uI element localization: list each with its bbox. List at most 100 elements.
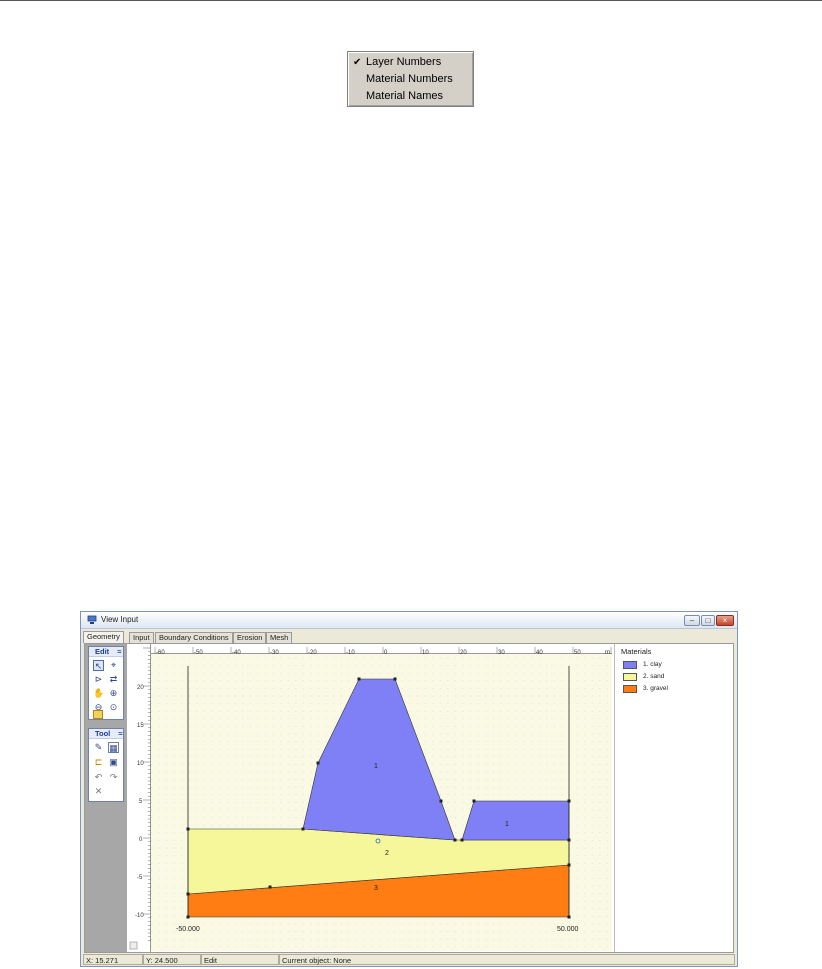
ruler-icon[interactable]: ⊏	[93, 757, 104, 768]
toolbox-panel: Edit ≈ ↖ ⌖ ⊳ ⇄ ✋ ⊕ ⊖ ⊙ Tool ≈ ✎ ▦ ⊏ ▣ ↶ …	[85, 644, 127, 952]
geometry-point[interactable]	[460, 838, 464, 842]
vertical-ruler-svg: 20 15 10 5 0 -5 -10	[129, 647, 151, 950]
menu-item-label: Layer Numbers	[366, 56, 442, 68]
page-top-rule	[0, 0, 822, 1]
tool-toolbox-title: Tool	[95, 729, 111, 738]
y-tick-label: -10	[135, 913, 144, 919]
collapse-icon: ≈	[117, 647, 122, 656]
menu-item-material-names[interactable]: Material Names	[348, 88, 473, 105]
geometry-point[interactable]	[453, 838, 457, 842]
layer-clay-dike[interactable]	[302, 678, 456, 841]
tool-toolbox: Tool ≈ ✎ ▦ ⊏ ▣ ↶ ↷ ✕	[88, 728, 124, 802]
legend-item-sand[interactable]: 2. sand	[623, 673, 723, 682]
menu-item-material-numbers[interactable]: Material Numbers	[348, 71, 473, 88]
y-tick-label: 15	[137, 723, 144, 729]
geometry-point[interactable]	[567, 915, 571, 919]
geometry-point[interactable]	[567, 863, 571, 867]
collapse-icon: ≈	[118, 729, 123, 738]
horizontal-ruler: -60 -50 -40 -30 -20 -10 0 10 20 30 40 50…	[151, 644, 616, 657]
status-mode: Edit	[201, 954, 279, 965]
layer-number-label: 1	[505, 821, 509, 828]
close-button[interactable]: ×	[716, 615, 734, 626]
select-pointer-icon[interactable]: ↖	[93, 660, 104, 671]
right-limit-label: 50.000	[557, 926, 579, 933]
geometry-drawing[interactable]: 1 1 2 3 -50.000 50.000	[151, 654, 612, 951]
geometry-point[interactable]	[186, 915, 190, 919]
legend-swatch	[623, 673, 637, 681]
picture-icon[interactable]: ▣	[108, 757, 119, 768]
legend-label: 2. sand	[643, 673, 665, 680]
edit-point-icon[interactable]: ⌖	[108, 660, 119, 671]
edit-toolbox-title: Edit	[95, 647, 110, 656]
legend-label: 3. gravel	[643, 685, 668, 692]
status-bar: X: 15.271 Y: 24.500 Edit Current object:…	[83, 954, 735, 966]
y-tick-label: 0	[139, 837, 143, 843]
geometry-point[interactable]	[186, 827, 190, 831]
geometry-point[interactable]	[186, 892, 190, 896]
y-tick-label: -5	[137, 875, 143, 881]
edit-toolbox: Edit ≈ ↖ ⌖ ⊳ ⇄ ✋ ⊕ ⊖ ⊙	[88, 646, 124, 720]
draw-line-icon[interactable]: ⊳	[93, 674, 104, 685]
edit-toolbox-header[interactable]: Edit ≈	[89, 647, 123, 657]
legend-item-gravel[interactable]: 3. gravel	[623, 685, 723, 694]
legend-title: Materials	[621, 647, 652, 656]
pencil-icon[interactable]: ✎	[93, 742, 104, 753]
geometry-point[interactable]	[357, 677, 361, 681]
minimize-button[interactable]: –	[684, 615, 700, 626]
tab-strip: Geometry Input Boundary Conditions Erosi…	[83, 631, 733, 643]
tab-geometry[interactable]: Geometry	[83, 631, 124, 643]
legend-swatch	[623, 685, 637, 693]
tool-toolbox-header[interactable]: Tool ≈	[89, 729, 123, 739]
status-x-coordinate: X: 15.271	[83, 954, 143, 965]
tab-erosion[interactable]: Erosion	[233, 632, 267, 643]
move-points-icon[interactable]: ⇄	[108, 674, 119, 685]
title-bar[interactable]: View Input – □ ×	[81, 612, 737, 629]
menu-item-layer-numbers[interactable]: ✔ Layer Numbers	[348, 54, 473, 71]
tab-boundary-conditions[interactable]: Boundary Conditions	[155, 632, 233, 643]
redo-icon[interactable]: ↷	[108, 772, 119, 783]
geometry-point[interactable]	[567, 838, 571, 842]
legend-label: 1. clay	[643, 661, 662, 668]
legend-item-clay[interactable]: 1. clay	[623, 661, 723, 670]
app-icon	[87, 615, 97, 624]
y-tick-label: 20	[137, 685, 144, 691]
tab-mesh[interactable]: Mesh	[266, 632, 293, 643]
zoom-in-icon[interactable]: ⊕	[108, 688, 119, 699]
grid-icon[interactable]: ▦	[108, 742, 119, 753]
zoom-limits-icon[interactable]: ⊙	[108, 702, 119, 713]
materials-legend: Materials 1. clay 2. sand 3. gravel	[614, 644, 733, 952]
pan-icon[interactable]: ✋	[93, 688, 104, 699]
legend-swatch	[623, 661, 637, 669]
ruler-corner-box[interactable]	[129, 941, 138, 950]
geometry-point[interactable]	[268, 885, 272, 889]
y-tick-label: 5	[139, 799, 143, 805]
tab-input[interactable]: Input	[129, 632, 154, 643]
maximize-button[interactable]: □	[701, 615, 715, 626]
checkmark-icon: ✔	[353, 57, 362, 68]
layer-clay-berm[interactable]	[461, 800, 570, 841]
geometry-point[interactable]	[439, 799, 443, 803]
status-current-object: Current object: None	[279, 954, 735, 965]
status-y-coordinate: Y: 24.500	[143, 954, 201, 965]
view-input-window: View Input – □ × Geometry Input Boundary…	[80, 611, 738, 967]
view-context-menu: ✔ Layer Numbers Material Numbers Materia…	[347, 51, 474, 107]
geometry-point[interactable]	[316, 761, 320, 765]
window-title: View Input	[101, 615, 139, 624]
layer-number-label: 1	[374, 763, 378, 770]
geometry-point[interactable]	[393, 677, 397, 681]
layer-number-label: 3	[374, 885, 378, 892]
menu-item-label: Material Numbers	[366, 73, 453, 85]
geometry-point[interactable]	[472, 799, 476, 803]
geometry-point[interactable]	[567, 799, 571, 803]
y-tick-label: 10	[137, 761, 144, 767]
vertical-ruler: 20 15 10 5 0 -5 -10	[129, 644, 151, 952]
geometry-point[interactable]	[301, 827, 305, 831]
geometry-canvas[interactable]: 1 1 2 3 -50.000 50.000	[151, 654, 612, 951]
client-area: Edit ≈ ↖ ⌖ ⊳ ⇄ ✋ ⊕ ⊖ ⊙ Tool ≈ ✎ ▦ ⊏ ▣ ↶ …	[84, 643, 734, 953]
layer-number-label: 2	[385, 850, 389, 857]
material-icon[interactable]	[93, 710, 103, 719]
menu-item-label: Material Names	[366, 90, 444, 102]
left-limit-label: -50.000	[176, 926, 200, 933]
undo-icon[interactable]: ↶	[93, 772, 104, 783]
delete-icon[interactable]: ✕	[93, 786, 104, 797]
